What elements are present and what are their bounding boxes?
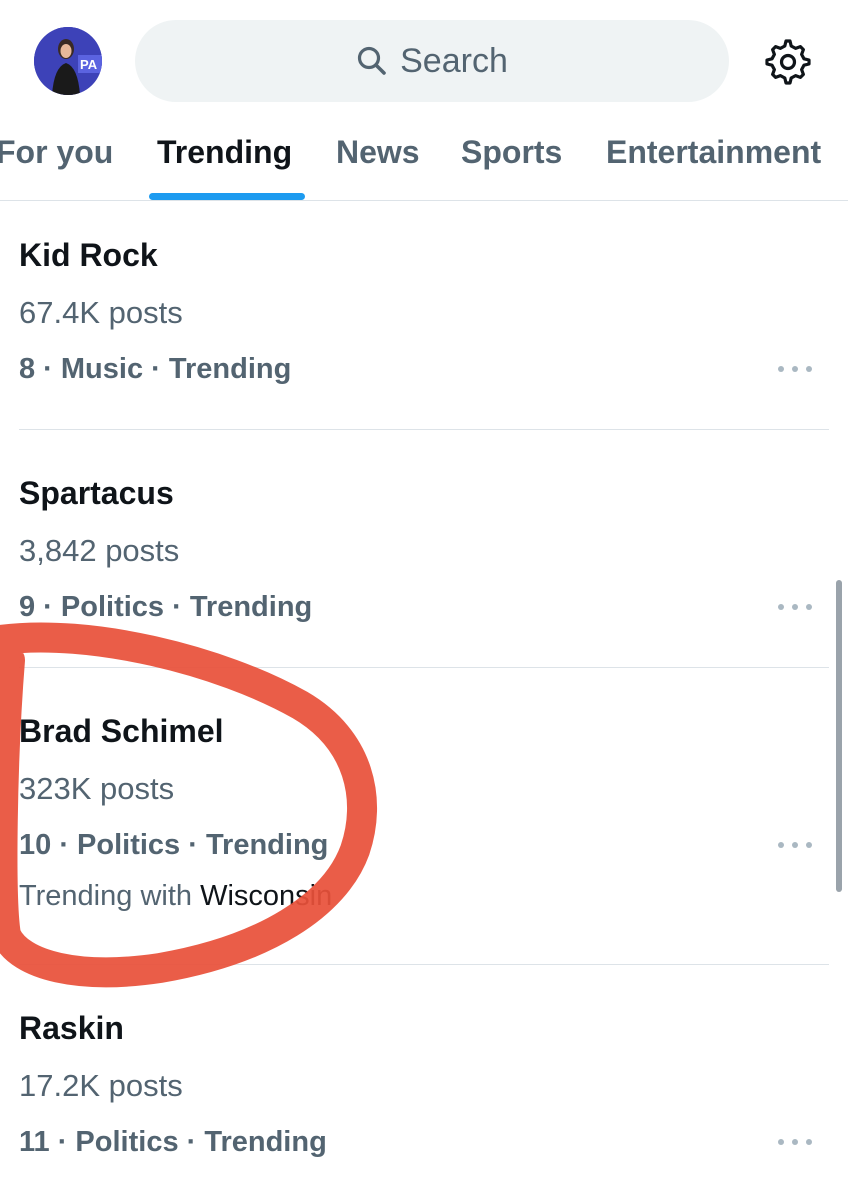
trending-with-prefix: Trending with — [19, 880, 201, 912]
trend-name: Spartacus — [19, 475, 174, 511]
trend-meta: 8 · Music · Trending — [19, 353, 292, 385]
settings-button[interactable] — [764, 38, 812, 86]
trend-item[interactable]: Brad Schimel 323K posts 10 · Politics · … — [0, 696, 848, 964]
trend-meta: 10 · Politics · Trending — [19, 829, 329, 861]
trend-name: Kid Rock — [19, 237, 158, 273]
active-tab-indicator — [149, 193, 305, 200]
gear-icon — [765, 39, 811, 85]
scrollbar[interactable] — [836, 580, 842, 892]
trend-item[interactable]: Spartacus 3,842 posts 9 · Politics · Tre… — [0, 458, 848, 668]
search-icon — [358, 46, 386, 75]
trend-item[interactable]: Raskin 17.2K posts 11 · Politics · Trend… — [0, 993, 848, 1200]
divider — [19, 429, 829, 430]
search-placeholder: Search — [400, 41, 508, 80]
divider — [19, 964, 829, 965]
svg-text:PA: PA — [80, 57, 98, 72]
avatar[interactable]: PA — [34, 27, 102, 95]
divider — [19, 667, 829, 668]
more-horizontal-icon[interactable] — [778, 364, 812, 374]
trend-meta: 11 · Politics · Trending — [19, 1126, 327, 1158]
trend-meta: 9 · Politics · Trending — [19, 591, 313, 623]
trend-post-count: 3,842 posts — [19, 533, 180, 568]
trending-with: Trending with Wisconsin — [19, 880, 332, 913]
tab-for-you[interactable]: For you — [0, 134, 113, 171]
trend-post-count: 67.4K posts — [19, 295, 183, 330]
tab-news[interactable]: News — [336, 134, 420, 171]
more-horizontal-icon[interactable] — [778, 840, 812, 850]
trend-name: Raskin — [19, 1010, 124, 1046]
trend-post-count: 17.2K posts — [19, 1068, 183, 1103]
tab-sports[interactable]: Sports — [461, 134, 562, 171]
trend-post-count: 323K posts — [19, 771, 175, 806]
more-horizontal-icon[interactable] — [778, 602, 812, 612]
more-horizontal-icon[interactable] — [778, 1137, 812, 1147]
trend-item[interactable]: Kid Rock 67.4K posts 8 · Music · Trendin… — [0, 220, 848, 430]
trend-name: Brad Schimel — [19, 713, 224, 749]
tab-bar: For you Trending News Sports Entertainme… — [0, 112, 848, 201]
tab-entertainment[interactable]: Entertainment — [606, 134, 821, 171]
search-input[interactable]: Search — [135, 20, 729, 102]
avatar-image: PA — [34, 27, 102, 95]
tab-trending[interactable]: Trending — [157, 134, 292, 171]
trending-with-location[interactable]: Wisconsin — [200, 880, 332, 912]
